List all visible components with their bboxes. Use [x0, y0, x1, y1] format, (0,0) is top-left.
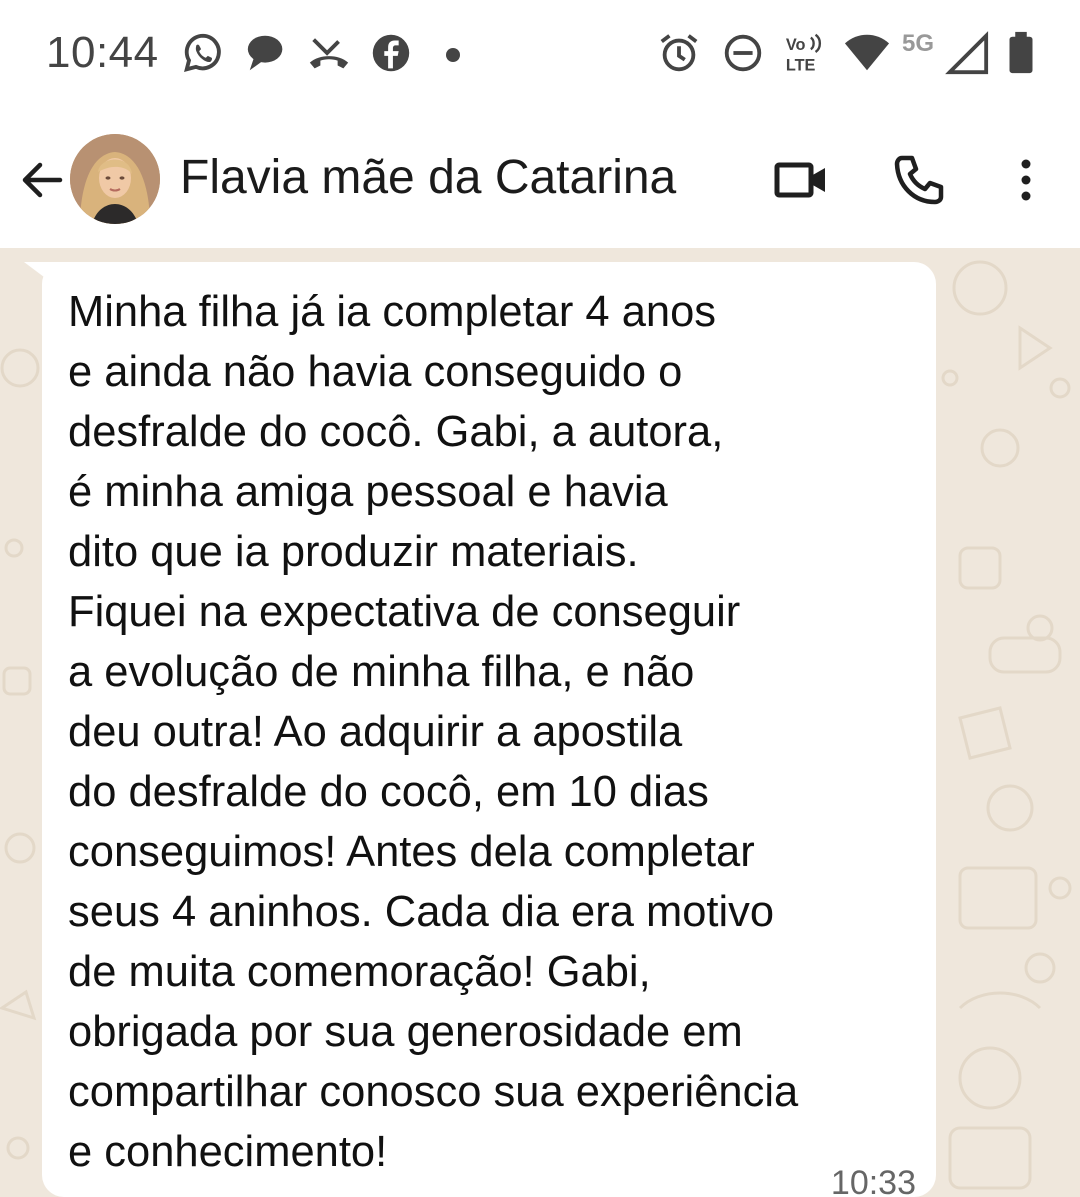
- facebook-icon: [372, 34, 410, 72]
- volte-icon: Vo LTE: [786, 33, 822, 74]
- contact-avatar[interactable]: [70, 134, 160, 224]
- do-not-disturb-icon: [724, 34, 762, 72]
- signal-icon: [945, 31, 989, 75]
- message-line: desfralde do cocô. Gabi, a autora,: [68, 408, 724, 456]
- message-line: é minha amiga pessoal e havia: [68, 468, 668, 516]
- message-line: Minha filha já ia completar 4 anos: [68, 288, 717, 336]
- voice-call-icon[interactable]: [890, 150, 950, 210]
- chat-bubble-icon: [247, 35, 283, 71]
- chat-header: Flavia mãe da Catarina: [0, 110, 1080, 248]
- avatar-photo: [70, 134, 160, 224]
- message-line: Fiquei na expectativa de conseguir: [68, 588, 741, 636]
- message-line: obrigada por sua generosidade em: [68, 1008, 743, 1056]
- more-options-icon[interactable]: [996, 150, 1056, 210]
- message-line: seus 4 aninhos. Cada dia era motivo: [68, 888, 775, 936]
- message-line: e ainda não havia conseguido o: [68, 348, 683, 396]
- message-text: Minha filha já ia completar 4 anos e ain…: [68, 282, 928, 1182]
- message-bubble[interactable]: Minha filha já ia completar 4 anos e ain…: [42, 262, 936, 1197]
- video-call-icon[interactable]: [772, 150, 832, 210]
- battery-icon: [1009, 31, 1033, 74]
- more-dot-icon: [446, 48, 460, 62]
- message-line: dito que ia produzir materiais.: [68, 528, 639, 576]
- message-line: compartilhar conosco sua experiência: [68, 1068, 799, 1116]
- message-line: do desfralde do cocô, em 10 dias: [68, 768, 709, 816]
- chat-area[interactable]: Minha filha já ia completar 4 anos e ain…: [0, 248, 1080, 1197]
- svg-text:LTE: LTE: [786, 56, 816, 74]
- back-arrow-icon[interactable]: [18, 156, 66, 204]
- status-time: 10:44: [46, 28, 159, 77]
- wifi-icon: [844, 34, 890, 71]
- contact-name[interactable]: Flavia mãe da Catarina: [180, 150, 676, 205]
- missed-call-icon: [309, 38, 349, 69]
- status-bar: 10:44 Vo LTE 5G: [0, 0, 1080, 110]
- message-line: e conhecimento!: [68, 1128, 388, 1176]
- message-line: conseguimos! Antes dela completar: [68, 828, 755, 876]
- whatsapp-icon: [184, 33, 221, 72]
- message-timestamp: 10:33: [830, 1164, 916, 1197]
- alarm-icon: [660, 34, 698, 72]
- message-line: de muita comemoração! Gabi,: [68, 948, 651, 996]
- network-type: 5G: [902, 30, 935, 57]
- message-line: a evolução de minha filha, e não: [68, 648, 695, 696]
- message-line: deu outra! Ao adquirir a apostila: [68, 708, 683, 756]
- svg-text:Vo: Vo: [786, 36, 806, 54]
